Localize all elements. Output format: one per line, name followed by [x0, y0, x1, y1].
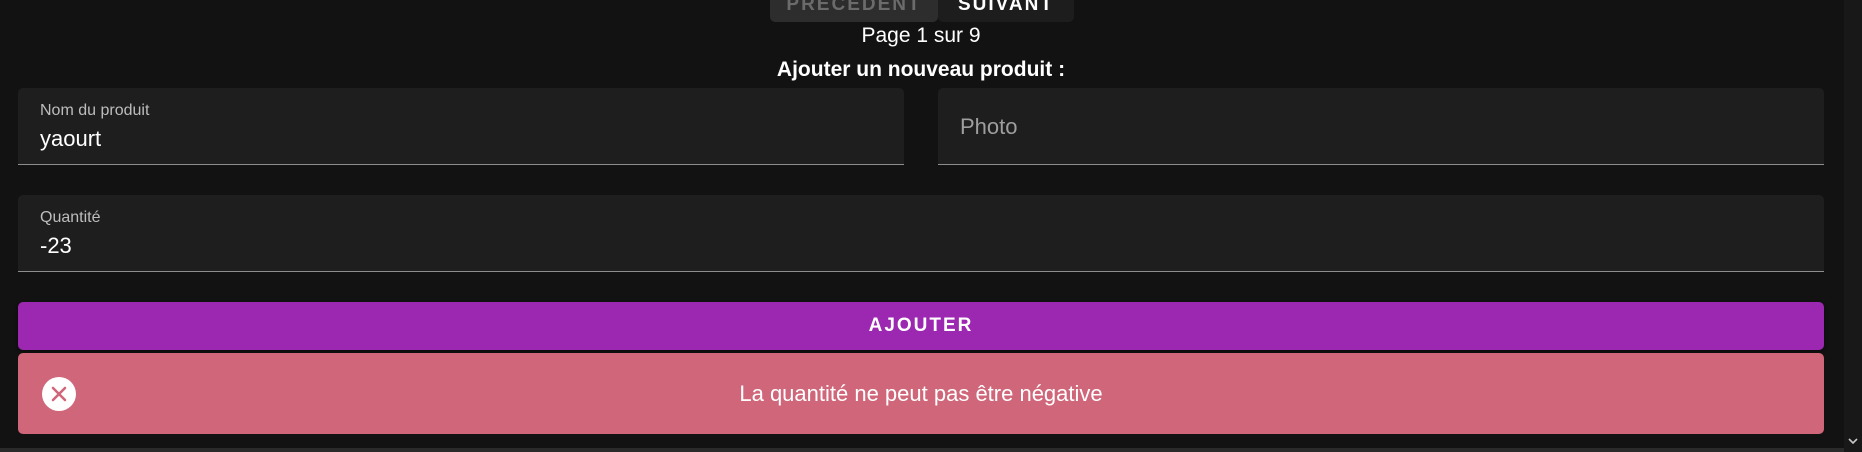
add-product-title: Ajouter un nouveau produit :: [776, 58, 1066, 81]
product-name-field[interactable]: Nom du produit: [18, 88, 904, 165]
photo-placeholder: Photo: [960, 114, 1018, 139]
error-alert: La quantité ne peut pas être négative: [18, 353, 1824, 434]
vertical-scrollbar[interactable]: [1844, 0, 1862, 452]
product-page: PRÉCÉDENT SUIVANT Page 1 sur 9 Ajouter u…: [0, 0, 1862, 452]
page-indicator: Page 1 sur 9: [861, 24, 981, 47]
product-name-input[interactable]: [40, 126, 882, 152]
previous-page-button[interactable]: PRÉCÉDENT: [770, 0, 938, 22]
photo-field[interactable]: Photo: [938, 88, 1824, 165]
close-circle-icon[interactable]: [42, 377, 76, 411]
quantity-label: Quantité: [40, 209, 101, 226]
horizontal-edge: [0, 448, 1844, 452]
next-page-button[interactable]: SUIVANT: [938, 0, 1074, 22]
quantity-input[interactable]: [40, 233, 1802, 259]
chevron-down-icon[interactable]: [1847, 436, 1859, 446]
add-button[interactable]: AJOUTER: [18, 302, 1824, 350]
error-message: La quantité ne peut pas être négative: [739, 380, 1103, 406]
product-name-label: Nom du produit: [40, 102, 150, 119]
quantity-field[interactable]: Quantité: [18, 195, 1824, 272]
